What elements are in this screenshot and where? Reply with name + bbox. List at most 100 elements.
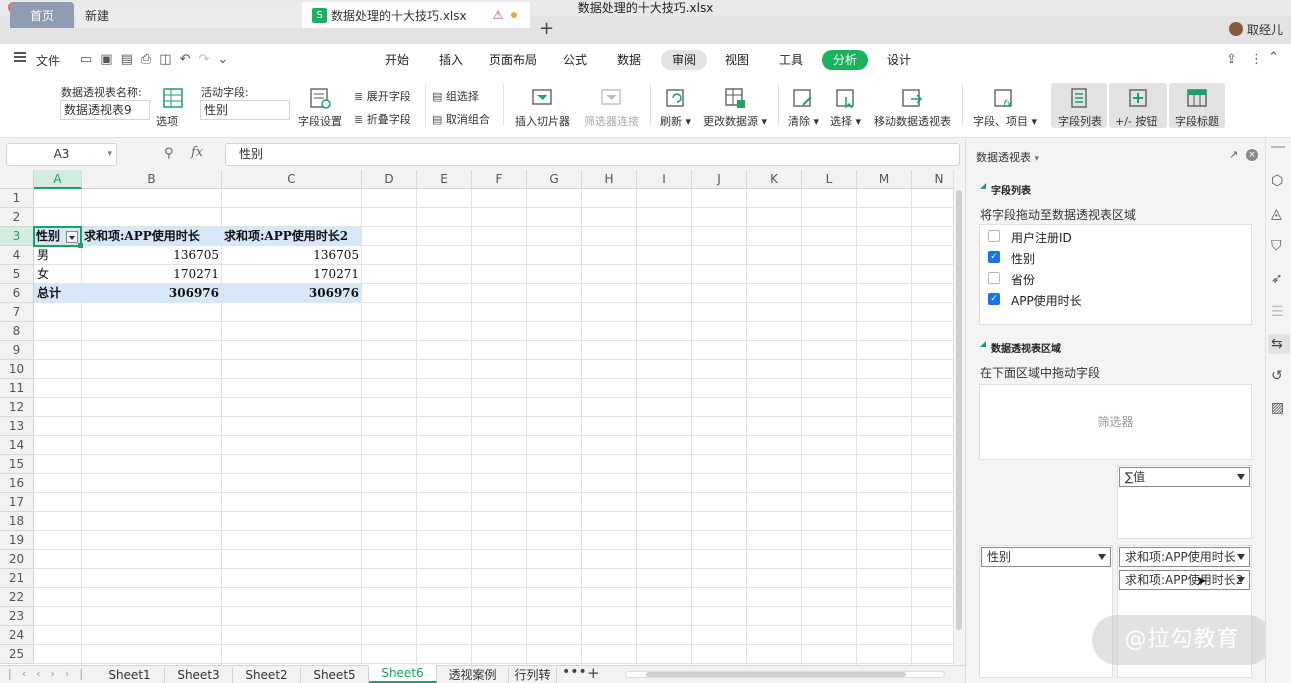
style-icon[interactable]: ◬ <box>1271 206 1287 222</box>
row-header-1[interactable]: 1 <box>0 189 34 208</box>
menu-data[interactable]: 数据 <box>609 50 649 70</box>
column-header-i[interactable]: I <box>637 170 692 189</box>
pivot-name-input[interactable]: 数据透视表9 <box>60 100 150 120</box>
menu-view[interactable]: 视图 <box>717 50 757 70</box>
menu-file[interactable]: 文件 <box>36 52 60 69</box>
clear-icon[interactable] <box>792 87 814 109</box>
insert-slicer-button[interactable]: 插入切片器 <box>515 113 570 129</box>
vertical-scrollbar[interactable] <box>953 170 965 665</box>
history-icon[interactable]: ↺ <box>1271 368 1287 384</box>
menu-review[interactable]: 审阅 <box>661 50 708 70</box>
cell-total-label[interactable]: 总计 <box>37 284 61 303</box>
cell-total-sum1[interactable]: 306976 <box>82 284 222 303</box>
spreadsheet-grid[interactable]: ABCDEFGHIJKLMN 1 2 3 4 5 6 7 8 9 10 11 12 13 14 15 16 17… <box>0 170 953 665</box>
row-header-20[interactable]: 20 <box>0 550 34 569</box>
row-field-gender[interactable]: 性别 <box>981 547 1111 567</box>
redo-icon[interactable]: ↷ <box>199 52 218 67</box>
row-header-14[interactable]: 14 <box>0 436 34 455</box>
sheet-tab-5[interactable]: Sheet6 <box>369 665 437 683</box>
menu-tools[interactable]: 工具 <box>771 50 811 70</box>
field-checkbox-4[interactable]: ✓ <box>988 293 1000 305</box>
row-header-18[interactable]: 18 <box>0 512 34 531</box>
customize-dropdown-icon[interactable]: ⌄ <box>217 52 236 67</box>
pointer-icon[interactable]: ➶ <box>1271 271 1287 287</box>
clear-button[interactable]: 清除 ▾ <box>788 113 819 129</box>
options-button[interactable]: 选项 <box>156 113 178 129</box>
menu-start[interactable]: 开始 <box>377 50 417 70</box>
menu-formula[interactable]: 公式 <box>555 50 595 70</box>
add-sheet-icon[interactable]: + <box>587 664 600 682</box>
sheet-tab-1[interactable]: Sheet1 <box>95 667 165 683</box>
column-header-b[interactable]: B <box>82 170 222 189</box>
cell-male-sum1[interactable]: 136705 <box>82 246 222 265</box>
share-icon[interactable]: ⇪ <box>1226 52 1237 67</box>
sheet-tab-2[interactable]: Sheet3 <box>165 667 233 683</box>
more-icon[interactable]: ⋮ <box>1250 52 1263 67</box>
column-header-n[interactable]: N <box>912 170 953 189</box>
plus-minus-icon[interactable] <box>1127 87 1149 109</box>
row-header-5[interactable]: 5 <box>0 265 34 284</box>
field-checkbox-2[interactable]: ✓ <box>988 251 1000 263</box>
sheet-tab-3[interactable]: Sheet2 <box>233 667 301 683</box>
pivot-header-sum2[interactable]: 求和项:APP使用时长2 <box>224 227 362 246</box>
name-box[interactable]: A3 ▾ <box>6 143 117 166</box>
row-header-12[interactable]: 12 <box>0 398 34 417</box>
open-folder-icon[interactable]: ▭ <box>80 52 100 67</box>
cell-female-sum2[interactable]: 170271 <box>222 265 362 284</box>
row-header-10[interactable]: 10 <box>0 360 34 379</box>
change-source-button[interactable]: 更改数据源 ▾ <box>703 113 767 129</box>
cell-male-sum2[interactable]: 136705 <box>222 246 362 265</box>
value-field-1[interactable]: 求和项:APP使用时长 <box>1119 547 1250 567</box>
cell-female-sum1[interactable]: 170271 <box>82 265 222 284</box>
pin-icon[interactable]: ↗ <box>1229 148 1238 161</box>
filter-dropdown-button[interactable] <box>66 231 78 243</box>
row-header-17[interactable]: 17 <box>0 493 34 512</box>
panel-title[interactable]: 数据透视表 ▾ <box>976 149 1039 165</box>
row-header-7[interactable]: 7 <box>0 303 34 322</box>
row-header-16[interactable]: 16 <box>0 474 34 493</box>
row-header-11[interactable]: 11 <box>0 379 34 398</box>
column-header-e[interactable]: E <box>417 170 472 189</box>
select-all-corner[interactable] <box>0 170 34 189</box>
shield-icon[interactable]: ⛉ <box>1271 238 1287 254</box>
fields-items-button[interactable]: 字段、项目 ▾ <box>973 113 1037 129</box>
row-header-2[interactable]: 2 <box>0 208 34 227</box>
column-header-g[interactable]: G <box>527 170 582 189</box>
move-pivot-button[interactable]: 移动数据透视表 <box>874 113 951 129</box>
horizontal-scrollbar[interactable] <box>625 671 945 678</box>
column-header-k[interactable]: K <box>747 170 802 189</box>
row-header-21[interactable]: 21 <box>0 569 34 588</box>
row-header-13[interactable]: 13 <box>0 417 34 436</box>
field-label-2[interactable]: 性别 <box>1011 250 1035 267</box>
group-select-button[interactable]: ▤ 组选择 <box>432 88 479 104</box>
field-settings-icon[interactable] <box>309 87 331 109</box>
tab-home[interactable]: 首页 <box>10 2 74 28</box>
image-icon[interactable]: ▨ <box>1271 400 1287 416</box>
select-icon[interactable] <box>835 87 857 109</box>
add-tab-icon[interactable]: + <box>539 19 554 39</box>
column-header-j[interactable]: J <box>692 170 747 189</box>
menu-design[interactable]: 设计 <box>879 50 919 70</box>
more-sheets-icon[interactable]: ••• <box>562 664 587 680</box>
user-name[interactable]: 取经儿 <box>1247 21 1283 38</box>
column-header-a[interactable]: A <box>34 170 82 189</box>
row-header-9[interactable]: 9 <box>0 341 34 360</box>
row-header-25[interactable]: 25 <box>0 645 34 664</box>
collapse-field-button[interactable]: ≣ 折叠字段 <box>354 111 411 127</box>
active-field-input[interactable]: 性别 <box>200 100 290 120</box>
formula-input[interactable]: 性别 <box>225 143 960 166</box>
print-icon[interactable]: ⎙ <box>141 52 159 67</box>
row-header-15[interactable]: 15 <box>0 455 34 474</box>
field-label-4[interactable]: APP使用时长 <box>1011 292 1082 309</box>
menu-insert[interactable]: 插入 <box>431 50 471 70</box>
row-header-19[interactable]: 19 <box>0 531 34 550</box>
undo-icon[interactable]: ↶ <box>180 52 199 67</box>
pivot-header-gender[interactable]: 性别 <box>36 227 60 246</box>
hamburger-icon[interactable] <box>14 52 26 62</box>
column-header-m[interactable]: M <box>857 170 912 189</box>
column-header-h[interactable]: H <box>582 170 637 189</box>
plus-minus-button[interactable]: +/- 按钮 <box>1115 113 1157 129</box>
cell-male[interactable]: 男 <box>37 246 49 265</box>
fields-items-icon[interactable]: fx <box>993 87 1015 109</box>
field-list-icon[interactable] <box>1068 87 1090 109</box>
